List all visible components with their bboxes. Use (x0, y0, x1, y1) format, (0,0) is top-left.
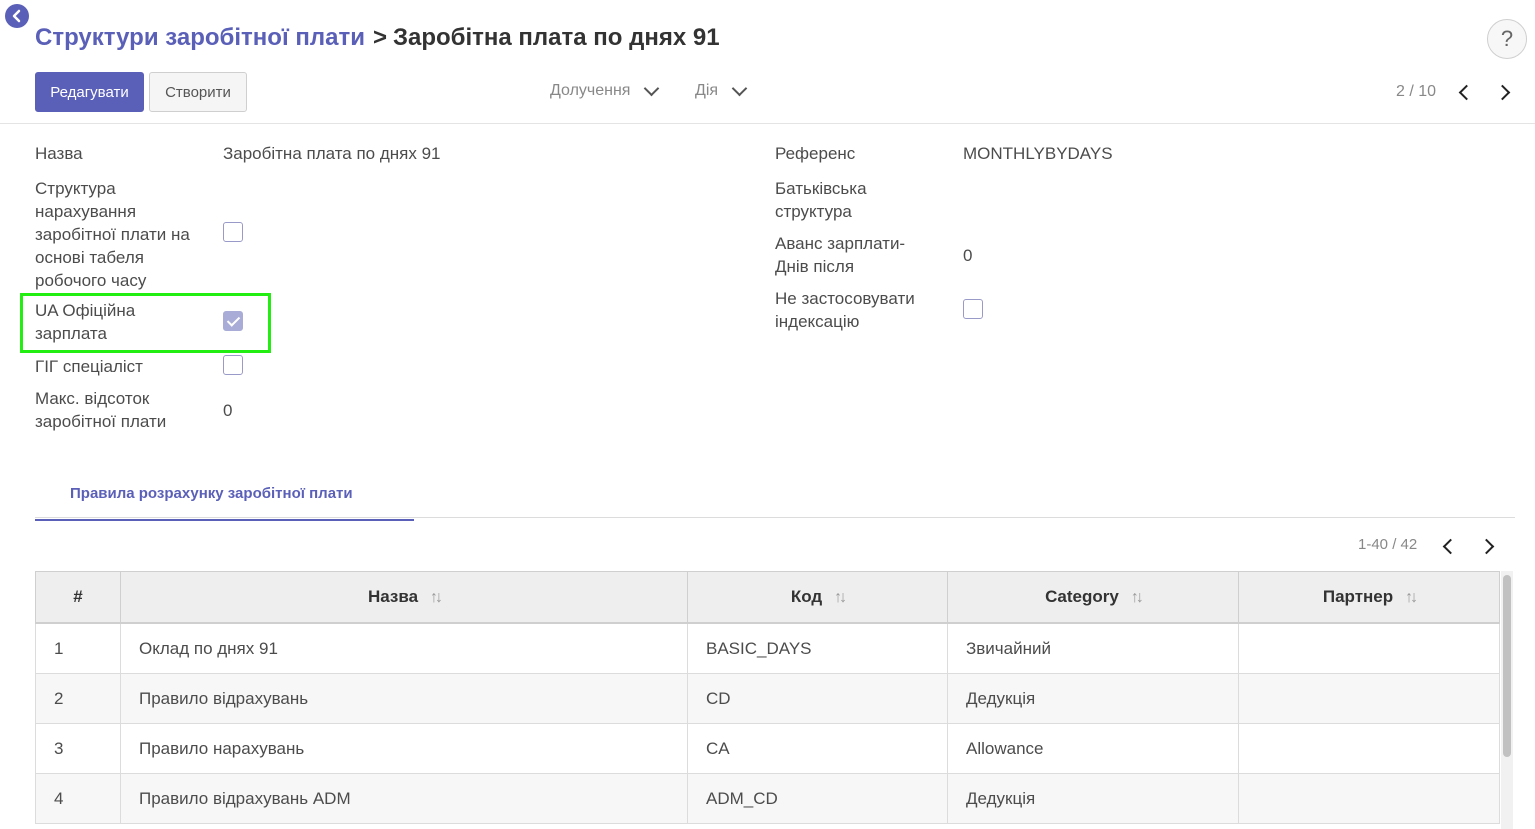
cell-name: Правило відрахувань (120, 673, 688, 724)
reference-value: MONTHLYBYDAYS (963, 144, 1113, 163)
table-row[interactable]: 1 Оклад по днях 91 BASIC_DAYS Звичайний (35, 623, 1500, 674)
column-header-label: Код (790, 587, 823, 606)
breadcrumb-parent-link[interactable]: Структури заробітної плати (35, 24, 365, 51)
create-button[interactable]: Створити (149, 72, 247, 112)
gig-label: ГІГ спеціаліст (35, 357, 143, 376)
tab-salary-rules[interactable]: Правила розрахунку заробітної плати (35, 475, 414, 521)
timesheet-label: Структура нарахування заробітної плати н… (35, 179, 190, 290)
back-icon[interactable] (5, 4, 29, 28)
cell-num: 3 (35, 723, 121, 774)
cell-name: Правило відрахувань ADM (120, 773, 688, 824)
edit-button[interactable]: Редагувати (35, 72, 144, 112)
table-header-row: # Назва ↑↓ Код ↑↓ Category ↑↓ Партнер ↑↓ (35, 571, 1500, 624)
cell-category: Звичайний (947, 623, 1239, 674)
cell-partner (1238, 773, 1500, 824)
advance-value: 0 (963, 246, 973, 265)
table-pager-next-icon[interactable] (1478, 538, 1495, 555)
sort-icon: ↑↓ (1130, 589, 1144, 606)
salary-rules-table: # Назва ↑↓ Код ↑↓ Category ↑↓ Партнер ↑↓ 1 О… (35, 571, 1500, 824)
cell-partner (1238, 673, 1500, 724)
table-pager: 1-40 / 42 (1358, 536, 1418, 553)
column-header-label: Назва (367, 587, 419, 606)
name-label: Назва (35, 144, 83, 163)
cell-name: Правило нарахувань (120, 723, 688, 774)
max-percent-value: 0 (223, 401, 233, 420)
cell-num: 4 (35, 773, 121, 824)
cell-partner (1238, 723, 1500, 774)
advance-label: Аванс зарплати-Днів після (775, 234, 906, 276)
pager-prev-icon[interactable] (1458, 84, 1475, 101)
sort-icon: ↑↓ (1405, 589, 1418, 606)
sort-icon: ↑↓ (834, 589, 847, 606)
cell-name: Оклад по днях 91 (120, 623, 688, 674)
reference-label: Референс (775, 144, 856, 163)
chevron-left-icon (12, 9, 21, 23)
cell-code: BASIC_DAYS (687, 623, 948, 674)
ua-official-label: UA Офіційна зарплата (35, 301, 136, 343)
name-value: Заробітна плата по днях 91 (223, 144, 441, 163)
control-panel: Структури заробітної плати > Заробітна пла… (0, 0, 1535, 124)
cell-num: 1 (35, 623, 121, 674)
gig-checkbox[interactable] (223, 355, 243, 375)
pager-next-icon[interactable] (1494, 84, 1511, 101)
max-percent-label: Макс. відсоток заробітної плати (35, 389, 167, 431)
attachments-label: Долучення (550, 82, 631, 99)
cell-num: 2 (35, 673, 121, 724)
chevron-down-icon (731, 80, 748, 97)
ua-official-checkbox[interactable] (223, 311, 243, 331)
table-row[interactable]: 2 Правило відрахувань CD Дедукція (35, 673, 1500, 724)
parent-structure-label: Батьківська структура (775, 179, 867, 221)
column-header-partner[interactable]: Партнер ↑↓ (1238, 571, 1500, 624)
table-row[interactable]: 4 Правило відрахувань ADM ADM_CD Дедукці… (35, 773, 1500, 824)
record-pager: 2 / 10 (1396, 83, 1437, 100)
action-label: Дія (695, 82, 719, 99)
help-icon[interactable]: ? (1487, 19, 1527, 59)
cell-code: CA (687, 723, 948, 774)
table-scrollbar-thumb[interactable] (1503, 575, 1511, 757)
table-row[interactable]: 3 Правило нарахувань CA Allowance (35, 723, 1500, 774)
chevron-down-icon (644, 80, 660, 97)
breadcrumb-separator: > (372, 24, 387, 51)
column-header-num: # (35, 571, 121, 624)
column-header-label: # (73, 587, 83, 606)
no-indexation-checkbox[interactable] (963, 299, 983, 319)
cell-code: CD (687, 673, 948, 724)
column-header-label: Партнер (1322, 587, 1394, 606)
action-dropdown[interactable]: Дія (695, 80, 748, 100)
cell-category: Allowance (947, 723, 1239, 774)
cell-partner (1238, 623, 1500, 674)
cell-category: Дедукція (947, 773, 1239, 824)
column-header-code[interactable]: Код ↑↓ (687, 571, 948, 624)
check-icon (226, 312, 240, 327)
column-header-name[interactable]: Назва ↑↓ (120, 571, 688, 624)
breadcrumb-current: Заробітна плата по днях 91 (392, 24, 720, 51)
cell-category: Дедукція (947, 673, 1239, 724)
column-header-label: Category (1045, 587, 1119, 606)
sort-icon: ↑↓ (430, 589, 443, 606)
breadcrumb: Структури заробітної плати > Заробітна пла… (35, 24, 720, 52)
table-pager-prev-icon[interactable] (1442, 538, 1459, 555)
cell-code: ADM_CD (687, 773, 948, 824)
column-header-category[interactable]: Category ↑↓ (947, 571, 1239, 624)
attachments-dropdown[interactable]: Долучення (550, 80, 660, 100)
no-indexation-label: Не застосовувати індексацію (775, 289, 915, 331)
timesheet-checkbox[interactable] (223, 222, 243, 242)
